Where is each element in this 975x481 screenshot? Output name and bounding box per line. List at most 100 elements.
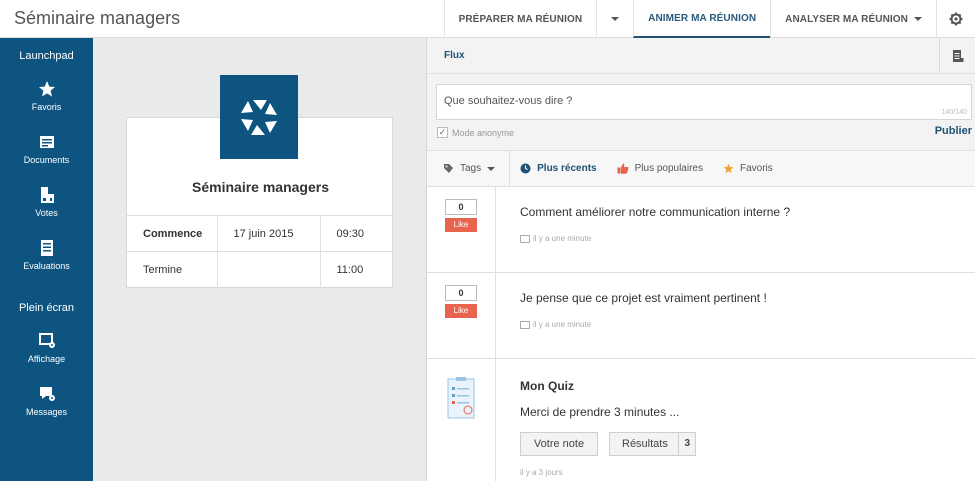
- flux-header: Flux: [427, 38, 975, 74]
- sidebar-item-evaluations[interactable]: Evaluations: [0, 233, 93, 286]
- thumbs-up-icon: [617, 163, 629, 174]
- sidebar-item-label: Affichage: [27, 354, 66, 364]
- quiz-title: Mon Quiz: [520, 379, 574, 393]
- tab-analyze[interactable]: ANALYSER MA RÉUNION: [770, 0, 936, 38]
- clock-icon: [520, 163, 531, 174]
- sidebar-section-launchpad: Launchpad: [19, 50, 74, 62]
- post-text: Comment améliorer notre communication in…: [520, 205, 791, 219]
- table-row: Termine 11:00: [127, 251, 392, 288]
- quiz-item: Mon Quiz Merci de prendre 3 minutes ... …: [427, 359, 975, 481]
- sidebar-item-label: Votes: [35, 208, 58, 218]
- aperture-logo-icon: [241, 100, 277, 135]
- sidebar-item-label: Messages: [25, 407, 68, 417]
- evaluations-icon: [40, 240, 53, 256]
- flux-menu-button[interactable]: [939, 38, 975, 74]
- messages-icon: [39, 387, 55, 401]
- event-pane: Séminaire managers Commence 17 juin 2015…: [93, 38, 427, 481]
- feed-pane: Flux Que souhaitez-vous dire ? 140/140 ✓…: [427, 38, 975, 481]
- tab-prepare-label: PRÉPARER MA RÉUNION: [458, 13, 583, 25]
- tags-filter[interactable]: Tags: [427, 150, 511, 187]
- post-timestamp: il y a une minute: [520, 234, 591, 243]
- start-date: 17 juin 2015: [217, 215, 321, 252]
- star-icon: [38, 81, 55, 97]
- event-logo: [220, 75, 298, 159]
- sidebar-item-label: Evaluations: [23, 261, 70, 271]
- like-button[interactable]: Like: [445, 218, 477, 232]
- tab-animate-label: ANIMER MA RÉUNION: [648, 12, 757, 24]
- tag-icon: [444, 164, 453, 173]
- tab-animate[interactable]: ANIMER MA RÉUNION: [633, 0, 771, 38]
- sidebar-item-votes[interactable]: Votes: [0, 180, 93, 233]
- comment-icon[interactable]: [520, 320, 530, 329]
- vote-column: 0 Like: [427, 187, 496, 272]
- comment-icon[interactable]: [520, 234, 530, 243]
- end-label: Termine: [127, 251, 218, 288]
- anonymous-label: Mode anonyme: [452, 127, 515, 138]
- quiz-clipboard-icon: [447, 377, 475, 419]
- rate-button[interactable]: Votre note: [520, 432, 598, 456]
- sidebar-item-label: Documents: [23, 155, 70, 165]
- filter-favorites[interactable]: Favoris: [713, 151, 783, 187]
- app-title: Séminaire managers: [14, 8, 181, 28]
- quiz-description: Merci de prendre 3 minutes ...: [520, 405, 680, 419]
- settings-button[interactable]: [936, 0, 975, 38]
- top-nav: PRÉPARER MA RÉUNION ANIMER MA RÉUNION AN…: [443, 0, 975, 38]
- start-time: 09:30: [320, 215, 392, 252]
- display-icon: [38, 333, 55, 348]
- top-bar: Séminaire managers PRÉPARER MA RÉUNION A…: [0, 0, 975, 38]
- end-date: [217, 251, 321, 288]
- list-item: 0 Like Je pense que ce projet est vraime…: [427, 273, 975, 359]
- end-time: 11:00: [320, 251, 392, 288]
- sidebar: Launchpad Favoris Documents Votes Evalua…: [0, 38, 93, 481]
- post-time-label: il y a une minute: [533, 320, 592, 329]
- documents-icon: [39, 136, 54, 148]
- star-icon: [723, 163, 734, 174]
- popular-label: Plus populaires: [634, 163, 703, 174]
- sidebar-item-affichage[interactable]: Affichage: [0, 326, 93, 379]
- sidebar-item-label: Favoris: [31, 102, 62, 112]
- post-time-label: il y a une minute: [533, 234, 592, 243]
- tags-label: Tags: [460, 163, 482, 174]
- chevron-down-icon: [487, 166, 496, 171]
- like-button[interactable]: Like: [445, 304, 477, 318]
- event-schedule-table: Commence 17 juin 2015 09:30 Termine 11:0…: [127, 215, 392, 288]
- favorites-label: Favoris: [739, 163, 773, 174]
- list-item: 0 Like Comment améliorer notre communica…: [427, 187, 975, 273]
- filter-recent[interactable]: Plus récents: [510, 151, 606, 187]
- quiz-icon-column: [427, 359, 496, 481]
- post-text: Je pense que ce projet est vraiment pert…: [520, 291, 767, 305]
- tab-analyze-label: ANALYSER MA RÉUNION: [785, 13, 908, 25]
- like-count: 0: [445, 285, 477, 301]
- quiz-timestamp: il y a 3 jours: [520, 468, 563, 477]
- anonymous-checkbox[interactable]: ✓: [437, 127, 448, 138]
- chevron-down-icon: [914, 17, 922, 21]
- chevron-down-icon: [611, 17, 620, 21]
- sidebar-item-documents[interactable]: Documents: [0, 127, 93, 180]
- sidebar-section-fullscreen: Plein écran: [18, 302, 75, 314]
- results-button[interactable]: Résultats 3: [609, 432, 696, 456]
- prepare-dropdown-button[interactable]: [596, 0, 633, 38]
- start-label: Commence: [127, 215, 218, 252]
- vote-column: 0 Like: [427, 273, 496, 358]
- rate-button-label: Votre note: [533, 438, 585, 450]
- tab-prepare[interactable]: PRÉPARER MA RÉUNION: [443, 0, 597, 38]
- character-counter: 140/140: [941, 109, 967, 116]
- anonymous-mode-toggle[interactable]: ✓ Mode anonyme: [437, 127, 514, 138]
- filter-bar: Tags Plus récents Plus populaires Favori…: [427, 150, 975, 187]
- sidebar-item-favoris[interactable]: Favoris: [0, 74, 93, 127]
- message-input[interactable]: Que souhaitez-vous dire ?: [436, 84, 972, 120]
- post-timestamp: il y a une minute: [520, 320, 591, 329]
- results-button-label: Résultats: [622, 438, 668, 450]
- flux-title: Flux: [444, 50, 465, 61]
- like-count: 0: [445, 199, 477, 215]
- document-list-icon: [952, 50, 963, 62]
- votes-icon: [40, 187, 54, 203]
- event-title: Séminaire managers: [192, 179, 329, 195]
- recent-label: Plus récents: [537, 163, 597, 174]
- compose-area: Que souhaitez-vous dire ? 140/140 ✓ Mode…: [427, 74, 975, 151]
- publish-button[interactable]: Publier: [935, 125, 972, 137]
- gear-icon: [949, 12, 963, 26]
- table-row: Commence 17 juin 2015 09:30: [127, 215, 392, 252]
- sidebar-item-messages[interactable]: Messages: [0, 379, 93, 432]
- filter-popular[interactable]: Plus populaires: [607, 151, 713, 187]
